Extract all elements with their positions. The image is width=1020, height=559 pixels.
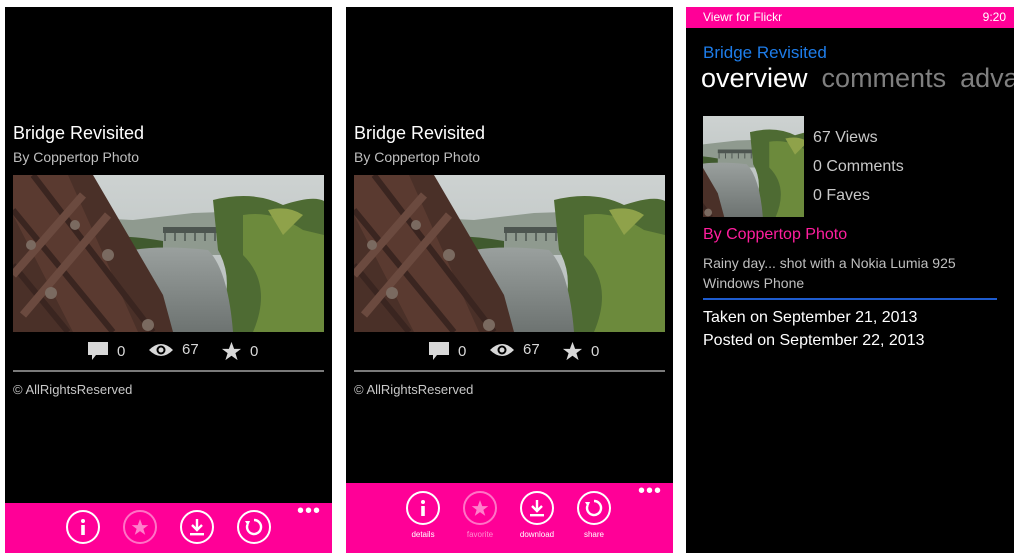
app-bar-expanded: details favorite download share •••: [346, 481, 673, 553]
photo-screen-collapsed: Bridge Revisited By Coppertop Photo 0 67…: [5, 7, 332, 553]
views-text: 67 Views: [813, 129, 878, 146]
photo-details-screen: Viewr for Flickr 9:20 Bridge Revisited o…: [686, 7, 1014, 553]
photo-title: Bridge Revisited: [354, 123, 486, 143]
faves-stat: 0: [221, 341, 258, 361]
eye-icon: [490, 343, 514, 356]
copyright: © AllRightsReserved: [354, 382, 474, 397]
details-button[interactable]: [406, 491, 440, 525]
download-icon: [530, 500, 544, 517]
download-button[interactable]: [520, 491, 554, 525]
info-icon: [421, 500, 425, 516]
share-button[interactable]: [577, 491, 611, 525]
photo-screen-expanded: Bridge Revisited By Coppertop Photo 0 67…: [346, 7, 673, 553]
comments-stat: 0: [428, 341, 466, 361]
info-icon: [81, 519, 85, 535]
photo-image[interactable]: [13, 175, 324, 332]
views-count: 67: [182, 341, 199, 358]
pivot-header: overview comments adva: [701, 63, 1014, 94]
faves-stat: 0: [562, 341, 599, 361]
photo-image[interactable]: [354, 175, 665, 332]
comment-icon: [88, 342, 108, 360]
details-button[interactable]: [66, 510, 100, 544]
star-icon: [471, 500, 489, 516]
star-icon: [221, 341, 242, 361]
photo-stats: 0 67 0: [346, 341, 673, 365]
posted-date: Posted on September 22, 2013: [703, 332, 925, 349]
divider: [703, 298, 997, 300]
download-label: download: [519, 530, 555, 539]
copyright: © AllRightsReserved: [13, 382, 133, 397]
eye-icon: [149, 343, 173, 356]
share-icon: [245, 518, 263, 536]
download-icon: [190, 519, 204, 536]
more-button[interactable]: •••: [638, 481, 662, 501]
star-icon: [562, 341, 583, 361]
views-stat: 67: [489, 341, 540, 358]
faves-text: 0 Faves: [813, 187, 870, 204]
photo-author[interactable]: By Coppertop Photo: [13, 149, 139, 165]
views-count: 67: [523, 341, 540, 358]
share-icon: [585, 499, 603, 517]
download-button[interactable]: [180, 510, 214, 544]
description-line-1: Rainy day... shot with a Nokia Lumia 925: [703, 255, 956, 271]
favorite-button[interactable]: [123, 510, 157, 544]
share-label: share: [583, 530, 604, 539]
page-title: Bridge Revisited: [703, 43, 827, 62]
tab-overview[interactable]: overview: [701, 63, 808, 93]
photo-stats: 0 67 0: [5, 341, 332, 365]
author-link[interactable]: By Coppertop Photo: [703, 226, 847, 244]
comments-stat: 0: [87, 341, 125, 361]
divider: [13, 370, 324, 372]
tab-advanced[interactable]: adva: [960, 63, 1014, 93]
faves-count: 0: [250, 342, 259, 360]
comments-count: 0: [458, 342, 467, 360]
description-line-2: Windows Phone: [703, 275, 805, 291]
app-bar: •••: [5, 501, 332, 553]
clock: 9:20: [982, 10, 1006, 24]
comment-icon: [429, 342, 449, 360]
photo-thumbnail[interactable]: [703, 116, 804, 217]
photo-title: Bridge Revisited: [13, 123, 145, 143]
faves-count: 0: [591, 342, 600, 360]
star-icon: [131, 519, 149, 535]
comments-text: 0 Comments: [813, 158, 904, 175]
app-name: Viewr for Flickr: [703, 10, 783, 24]
details-label: details: [411, 530, 435, 539]
photo-author[interactable]: By Coppertop Photo: [354, 149, 480, 165]
more-button[interactable]: •••: [297, 501, 321, 521]
comments-count: 0: [117, 342, 126, 360]
taken-date: Taken on September 21, 2013: [703, 309, 918, 326]
favorite-label: favorite: [466, 530, 494, 539]
tab-comments[interactable]: comments: [822, 63, 947, 93]
favorite-button[interactable]: [463, 491, 497, 525]
views-stat: 67: [148, 341, 199, 358]
share-button[interactable]: [237, 510, 271, 544]
divider: [354, 370, 665, 372]
status-bar: Viewr for Flickr 9:20: [686, 7, 1014, 28]
